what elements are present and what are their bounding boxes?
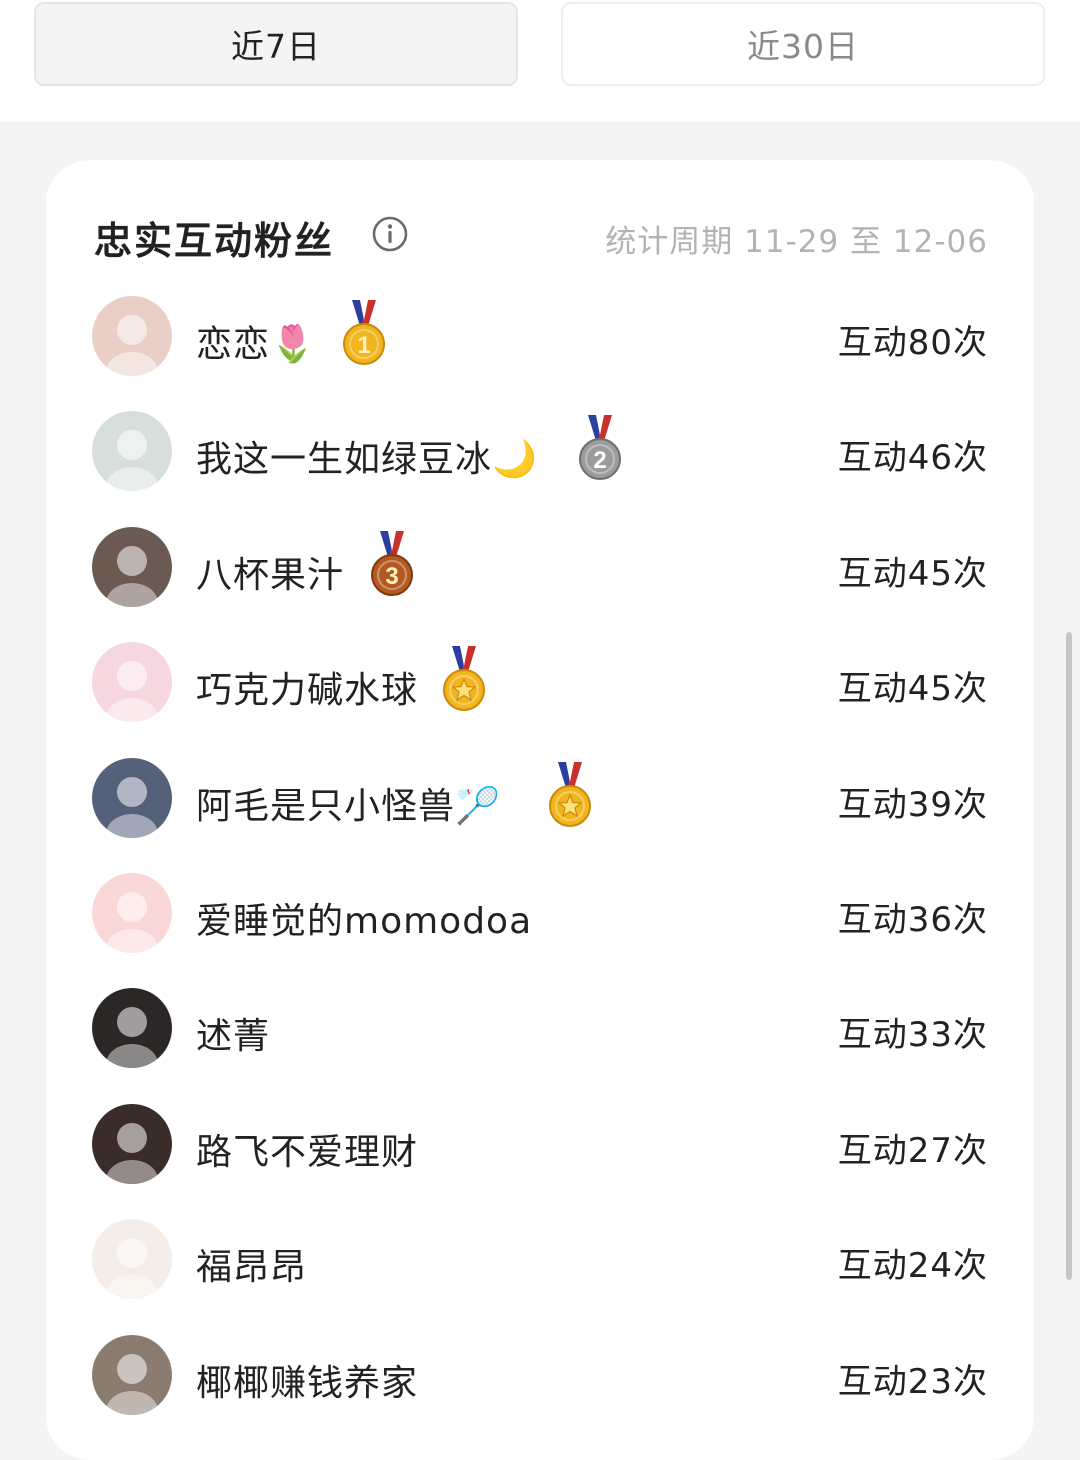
tab-recent-7-days[interactable]: 近7日 — [34, 2, 518, 86]
fan-name[interactable]: 爱睡觉的momodoa — [196, 892, 532, 944]
stat-period-label: 统计周期 11-29 至 12-06 — [605, 224, 988, 260]
fan-name[interactable]: 我这一生如绿豆冰🌙 — [196, 430, 538, 482]
interaction-count: 互动36次 — [837, 899, 988, 940]
fan-name[interactable]: 巧克力碱水球 — [196, 661, 418, 713]
avatar[interactable] — [92, 1334, 172, 1415]
scrollbar[interactable] — [1066, 632, 1072, 1280]
interaction-count: 互动33次 — [837, 1015, 988, 1056]
avatar[interactable] — [92, 1103, 172, 1184]
fan-name[interactable]: 阿毛是只小怪兽🏸 — [196, 777, 501, 829]
svg-text:2: 2 — [593, 447, 606, 474]
fan-row[interactable]: 恋恋🌷 1 互动80次 — [92, 278, 988, 393]
svg-text:1: 1 — [357, 332, 370, 359]
fan-name[interactable]: 路飞不爱理财 — [196, 1123, 418, 1175]
avatar[interactable] — [92, 526, 172, 607]
fan-row[interactable]: 爱睡觉的momodoa 互动36次 — [92, 855, 988, 970]
avatar[interactable] — [92, 757, 172, 838]
interaction-count: 互动80次 — [837, 323, 988, 363]
avatar[interactable] — [92, 411, 172, 492]
interaction-count: 互动27次 — [837, 1130, 988, 1171]
fan-name[interactable]: 椰椰赚钱养家 — [196, 1354, 418, 1406]
interaction-count: 互动24次 — [837, 1246, 988, 1287]
info-icon[interactable] — [372, 216, 408, 252]
card-title: 忠实互动粉丝 — [94, 219, 335, 263]
avatar[interactable] — [92, 642, 172, 723]
fan-list: 恋恋🌷 1 互动80次 我这一生如绿豆冰🌙 2 互动46次 八杯果汁 3 互动45次 巧克力碱水球… — [92, 278, 988, 1432]
fan-name[interactable]: 述菁 — [196, 1007, 270, 1059]
interaction-count: 互动23次 — [837, 1361, 988, 1402]
star-medal-icon — [549, 761, 591, 827]
avatar[interactable] — [92, 296, 172, 376]
interaction-count: 互动39次 — [837, 784, 988, 825]
interaction-count: 互动46次 — [837, 438, 988, 479]
silver-medal-icon: 2 — [579, 415, 621, 481]
fan-row[interactable]: 福昂昂 互动24次 — [92, 1201, 988, 1316]
svg-text:3: 3 — [385, 563, 398, 590]
interaction-count: 互动45次 — [837, 669, 988, 710]
loyal-fans-card: 忠实互动粉丝 统计周期 11-29 至 12-06 恋恋🌷 1 互动80次我这一生如… — [46, 160, 1034, 1460]
fan-name[interactable]: 恋恋🌷 — [196, 315, 316, 367]
avatar[interactable] — [92, 988, 172, 1069]
tab-recent-30-days[interactable]: 近30日 — [561, 2, 1045, 86]
fan-name[interactable]: 八杯果汁 — [196, 546, 344, 598]
fan-row[interactable]: 八杯果汁 3 互动45次 — [92, 509, 988, 624]
interaction-count: 互动45次 — [837, 553, 988, 594]
fan-row[interactable]: 阿毛是只小怪兽🏸 互动39次 — [92, 740, 988, 855]
fan-row[interactable]: 路飞不爱理财 互动27次 — [92, 1086, 988, 1201]
fan-row[interactable]: 巧克力碱水球 互动45次 — [92, 624, 988, 739]
fan-row[interactable]: 我这一生如绿豆冰🌙 2 互动46次 — [92, 393, 988, 508]
gold-medal-icon: 1 — [343, 300, 385, 365]
avatar[interactable] — [92, 1219, 172, 1300]
fan-row[interactable]: 椰椰赚钱养家 互动23次 — [92, 1317, 988, 1432]
bronze-medal-icon: 3 — [371, 530, 413, 596]
card-header: 忠实互动粉丝 统计周期 11-29 至 12-06 — [94, 208, 988, 264]
fan-row[interactable]: 述菁 互动33次 — [92, 970, 988, 1085]
fan-name[interactable]: 福昂昂 — [196, 1238, 307, 1290]
avatar[interactable] — [92, 872, 172, 953]
period-tabs-bar: 近7日 近30日 — [0, 0, 1080, 122]
star-medal-icon — [443, 646, 485, 712]
